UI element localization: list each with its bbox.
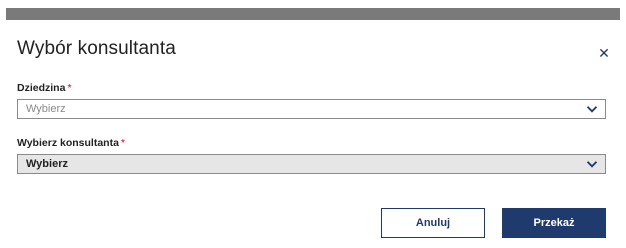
required-mark: * [67,82,72,94]
submit-button[interactable]: Przekaż [502,208,606,238]
chevron-down-icon [586,106,598,113]
domain-select[interactable]: Wybierz [17,99,606,119]
domain-select-value: Wybierz [26,103,66,115]
required-mark: * [120,137,126,149]
consultant-select-value: Wybierz [26,158,68,170]
close-icon[interactable]: ✕ [598,45,610,62]
consultant-select[interactable]: Wybierz [17,154,606,174]
domain-label: Dziedzina * [17,82,72,94]
dialog-title: Wybór konsultanta [17,38,176,59]
chevron-down-icon [586,161,598,168]
consultant-label: Wybierz konsultanta * [17,137,125,149]
domain-label-text: Dziedzina [17,82,66,94]
header-bar [6,8,620,20]
cancel-button[interactable]: Anuluj [381,208,485,238]
close-button[interactable]: ✕ [596,45,612,61]
consultant-label-text: Wybierz konsultanta [17,137,119,149]
